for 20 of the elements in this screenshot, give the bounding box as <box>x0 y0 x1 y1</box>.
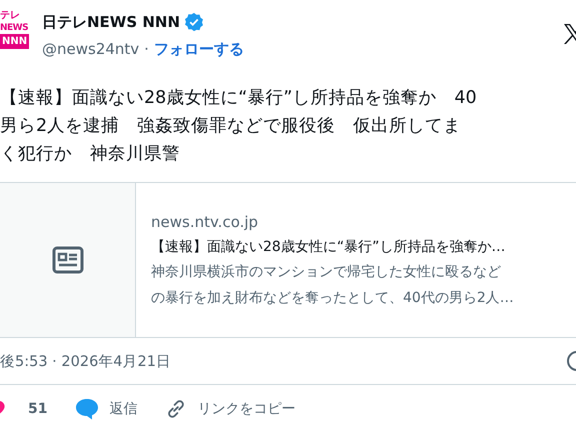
card-description-line: の暴行を加え財布などを奪ったとして、40代の男ら2人… <box>151 288 514 308</box>
speech-bubble-icon[interactable] <box>75 398 100 420</box>
author-handle[interactable]: @news24ntv <box>42 40 140 59</box>
tweet-text-line: 男ら2人を逮捕 強姦致傷罪などで服役後 仮出所してま <box>0 115 462 138</box>
author-name[interactable]: 日テレNEWS NNN <box>42 12 180 32</box>
tweet-text-line: 【速報】面識ない28歳女性に“暴行”し所持品を強奪か 40 <box>0 87 478 110</box>
timestamp[interactable]: 後5:53 · 2026年4月21日 <box>0 352 171 370</box>
article-icon <box>52 246 84 274</box>
link-card[interactable]: news.ntv.co.jp 【速報】面識ない28歳女性に“暴行”し所持品を強奪か… 神奈川県横浜市のマンションで帰宅した女性に殴るなど の暴行を加え財布などを奪ったとして、40代の男ら2人… <box>0 182 576 338</box>
action-label[interactable]: 51 <box>28 401 48 417</box>
action-label[interactable]: リンクをコピー <box>197 400 296 418</box>
tweet-text-line: く犯行か 神奈川県警 <box>0 143 181 166</box>
follow-link[interactable]: フォローする <box>154 40 244 59</box>
card-title: 【速報】面識ない28歳女性に“暴行”し所持品を強奪か… <box>151 238 506 256</box>
card-description-line: 神奈川県横浜市のマンションで帰宅した女性に殴るなど <box>151 262 502 282</box>
action-label[interactable]: 返信 <box>109 400 138 418</box>
card-domain: news.ntv.co.jp <box>151 212 260 232</box>
avatar-logo[interactable]: テレ NEWS NNN <box>0 10 30 58</box>
separator-dot: · <box>144 40 149 59</box>
info-icon[interactable] <box>566 350 576 372</box>
